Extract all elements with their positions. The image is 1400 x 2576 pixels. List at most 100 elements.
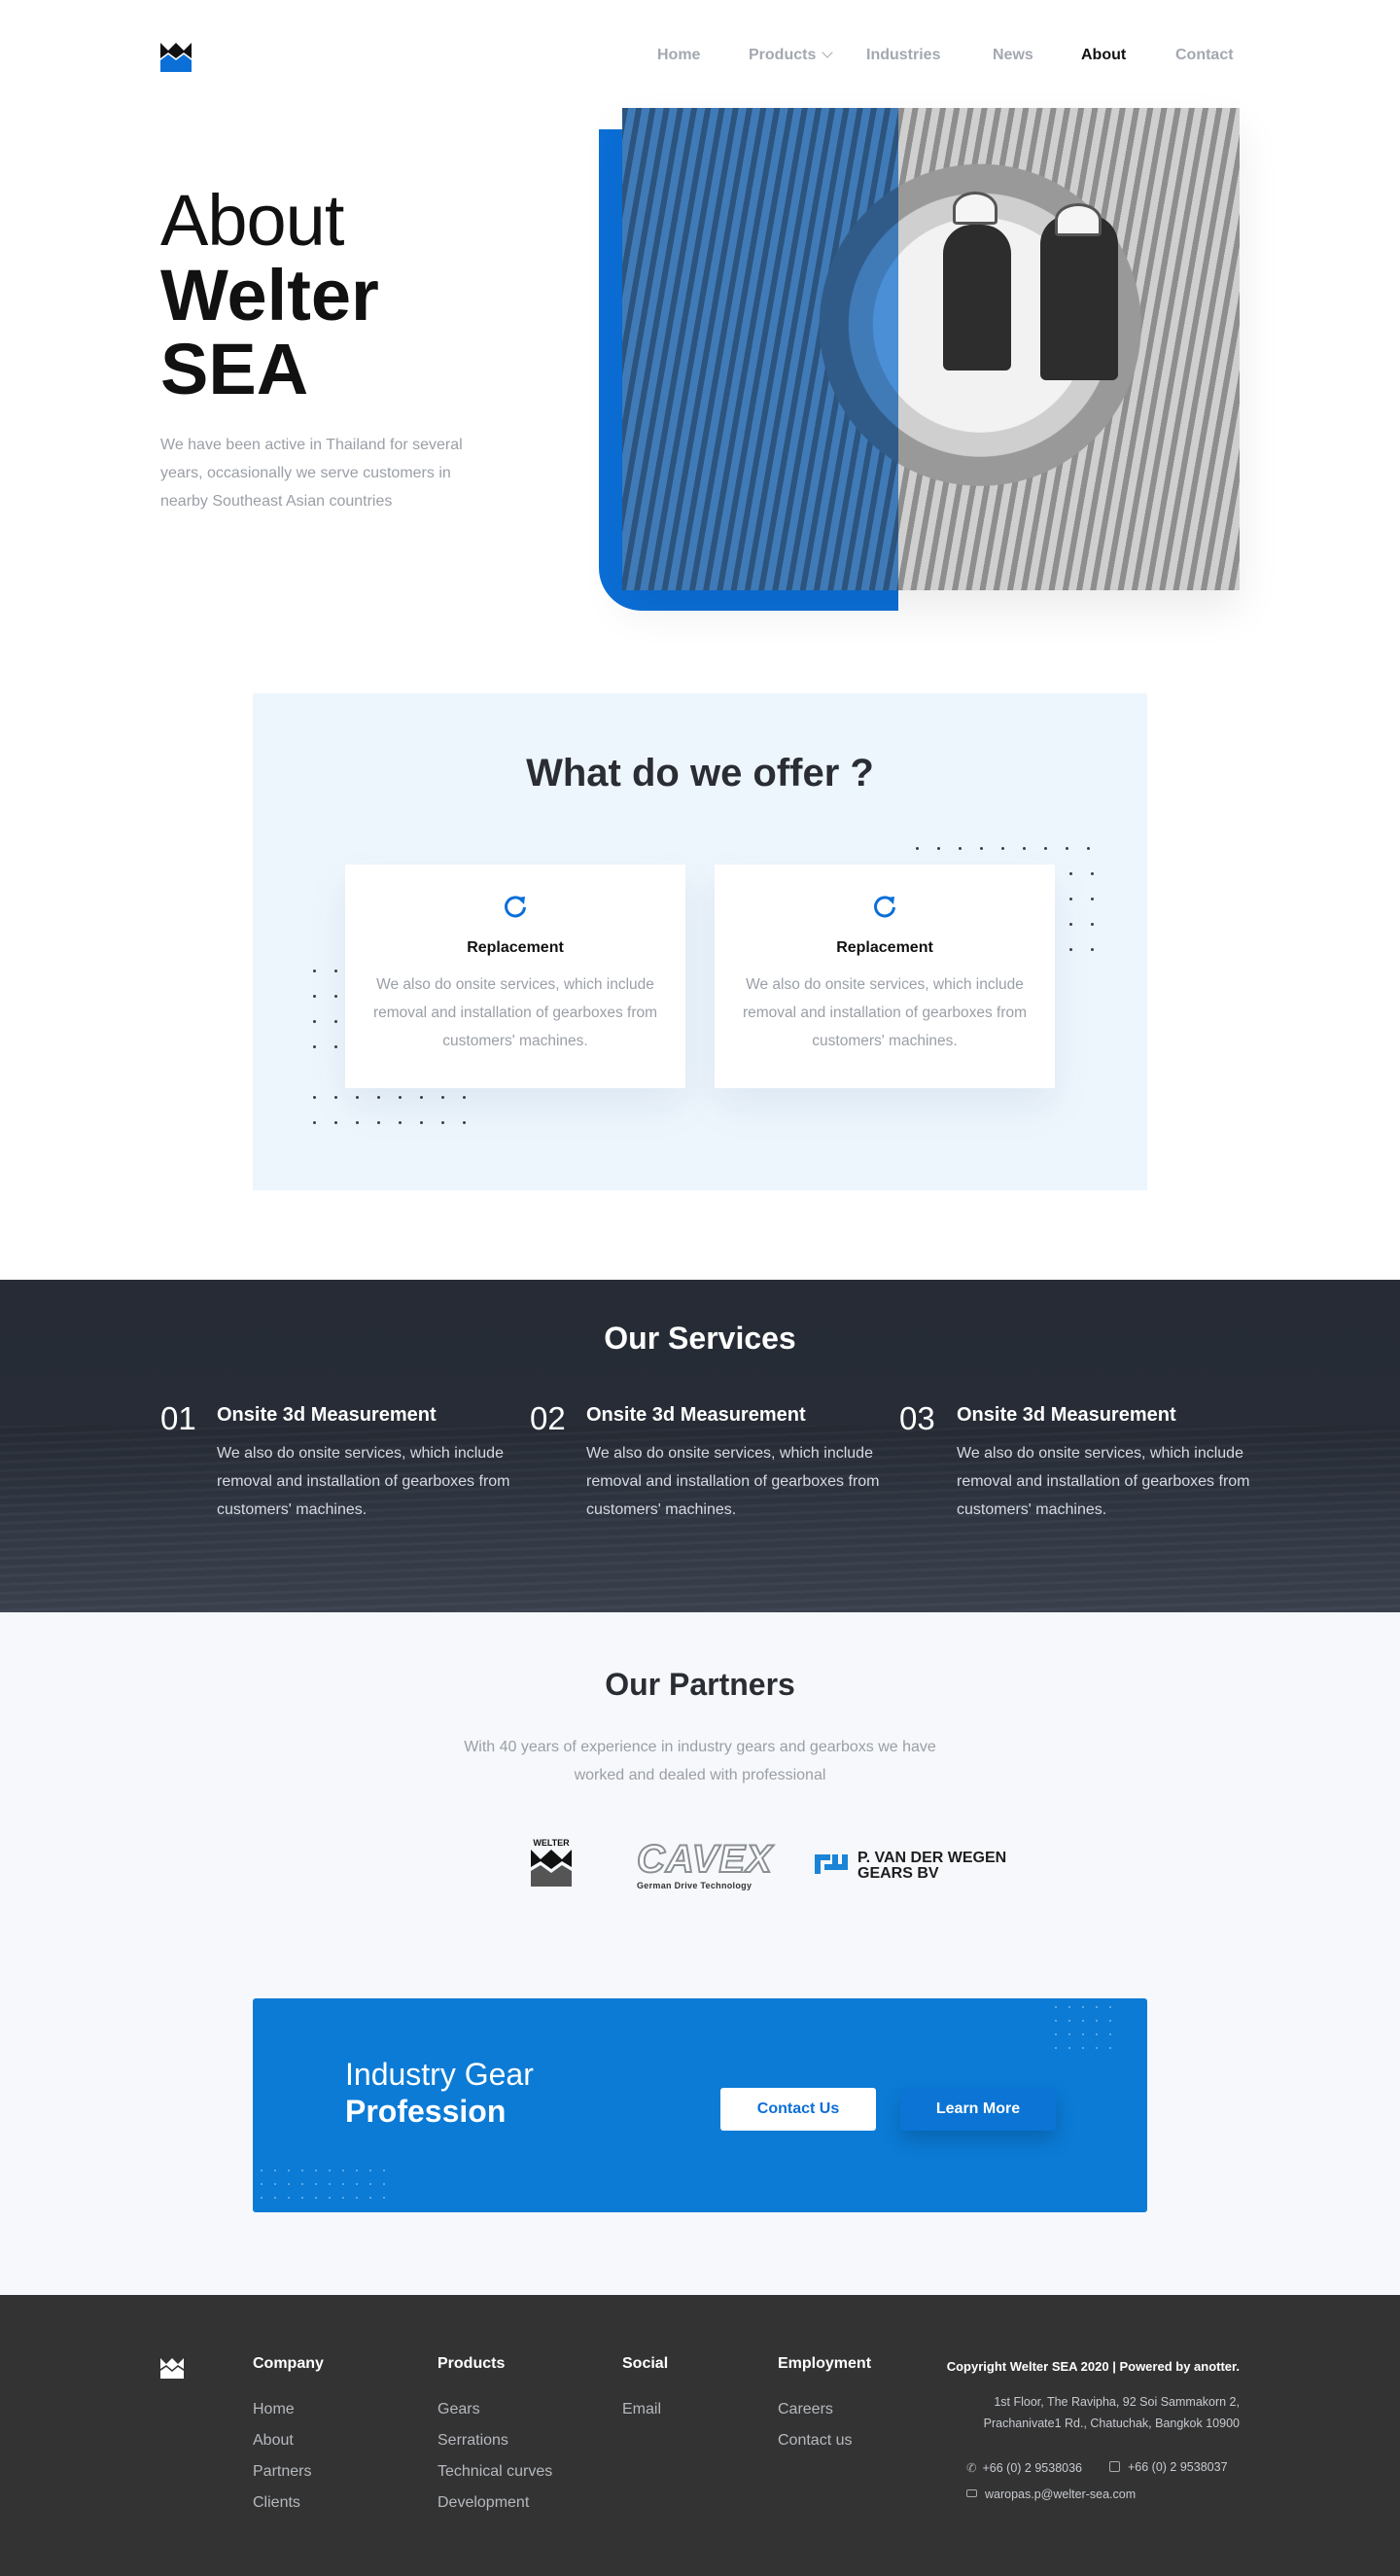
dot — [383, 2170, 385, 2171]
services-title: Our Services — [604, 1321, 796, 1356]
cta-title-light: Industry Gear — [345, 2057, 534, 2092]
cta-banner: Industry Gear Profession Contact Us Lear… — [253, 1998, 1147, 2212]
dot — [334, 1121, 337, 1124]
footer-link-development[interactable]: Development — [438, 2488, 552, 2519]
email-contact[interactable]: waropas.p@welter-sea.com — [966, 2488, 1136, 2501]
phone-icon: ✆ — [966, 2461, 977, 2475]
footer-link-technical-curves[interactable]: Technical curves — [438, 2456, 552, 2488]
footer-link-serrations[interactable]: Serrations — [438, 2425, 552, 2456]
footer-link-home[interactable]: Home — [253, 2394, 324, 2425]
dot — [261, 2183, 262, 2185]
dot — [301, 2183, 303, 2185]
dot — [1068, 2047, 1070, 2049]
footer-link-careers[interactable]: Careers — [778, 2394, 871, 2425]
dot — [1082, 2047, 1084, 2049]
footer-link-email[interactable]: Email — [622, 2394, 668, 2425]
footer-col-products: Products Gears Serrations Technical curv… — [438, 2355, 552, 2519]
helmet-icon — [1055, 203, 1102, 236]
fax-icon — [1109, 2461, 1120, 2472]
pvdw-mark-icon — [815, 1854, 848, 1874]
contact-us-button[interactable]: Contact Us — [720, 2088, 876, 2131]
dot — [1068, 2033, 1070, 2035]
hero-image — [599, 108, 1240, 611]
dot — [334, 995, 337, 998]
footer-heading: Company — [253, 2355, 324, 2372]
dot — [1082, 2020, 1084, 2022]
mail-icon — [966, 2489, 977, 2497]
nav-about[interactable]: About — [1081, 47, 1126, 64]
phone[interactable]: ✆ +66 (0) 2 9538036 — [966, 2460, 1082, 2475]
dot — [261, 2170, 262, 2171]
dot — [329, 2170, 331, 2171]
dot — [1068, 2020, 1070, 2022]
service-text: We also do onsite services, which includ… — [586, 1445, 880, 1518]
learn-more-button[interactable]: Learn More — [900, 2088, 1056, 2131]
footer-link-about[interactable]: About — [253, 2425, 324, 2456]
dot — [1069, 898, 1072, 900]
dot — [383, 2197, 385, 2199]
pvdw-line1: P. VAN DER WEGEN — [858, 1850, 1007, 1866]
dot — [1044, 847, 1047, 850]
dot — [383, 2183, 385, 2185]
nav-products[interactable]: Products — [749, 47, 834, 64]
nav-contact[interactable]: Contact — [1175, 47, 1234, 64]
partners-description: With 40 years of experience in industry … — [464, 1739, 936, 1783]
dot — [916, 847, 919, 850]
footer-link-gears[interactable]: Gears — [438, 2394, 552, 2425]
footer-col-social: Social Email — [622, 2355, 668, 2425]
dot — [334, 1096, 337, 1099]
welter-logo-icon[interactable] — [160, 41, 192, 72]
offer-title: What do we offer ? — [526, 752, 874, 794]
blue-tint-overlay — [622, 108, 898, 590]
dot — [980, 847, 983, 850]
refresh-icon — [505, 896, 526, 918]
dot — [334, 970, 337, 972]
dot — [274, 2170, 276, 2171]
dot — [1066, 847, 1068, 850]
dot — [441, 1096, 444, 1099]
partner-logo-cavex[interactable]: CAVEX German Drive Technology — [636, 1839, 773, 1890]
dot — [288, 2197, 290, 2199]
hero-title-light: About — [160, 180, 344, 261]
dot — [315, 2197, 317, 2199]
dot — [315, 2183, 317, 2185]
service-text: We also do onsite services, which includ… — [957, 1445, 1250, 1518]
dot — [313, 1096, 316, 1099]
partner-logo-welter[interactable]: WELTER — [531, 1838, 572, 1891]
dot — [1069, 923, 1072, 926]
worker-figure — [943, 225, 1011, 371]
dot — [369, 2183, 371, 2185]
nav-industries[interactable]: Industries — [866, 47, 940, 64]
dot — [399, 1096, 402, 1099]
footer-link-partners[interactable]: Partners — [253, 2456, 324, 2488]
service-number: 03 — [899, 1400, 935, 1436]
nav-news[interactable]: News — [993, 47, 1033, 64]
service-text: We also do onsite services, which includ… — [217, 1445, 510, 1518]
fax: +66 (0) 2 9538037 — [1109, 2460, 1228, 2474]
dot — [313, 1020, 316, 1023]
dot — [1091, 898, 1094, 900]
dot — [1091, 948, 1094, 951]
partners-title: Our Partners — [605, 1667, 795, 1702]
dot — [334, 1020, 337, 1023]
dot — [315, 2170, 317, 2171]
phone-number: +66 (0) 2 9538036 — [982, 2461, 1082, 2475]
offer-section: What do we offer ? Replacement We also d… — [253, 693, 1147, 1190]
welter-logo-icon[interactable] — [160, 2357, 184, 2379]
refresh-icon — [874, 896, 895, 918]
partner-logo-pvdw[interactable]: P. VAN DER WEGEN GEARS BV — [813, 1844, 1006, 1888]
dot — [356, 2170, 358, 2171]
offer-card-title: Replacement — [467, 939, 564, 956]
dot — [1001, 847, 1004, 850]
address: 1st Floor, The Ravipha, 92 Soi Sammakorn… — [947, 2391, 1240, 2434]
dot — [1055, 2047, 1057, 2049]
welter-logo-text: WELTER — [533, 1838, 570, 1848]
footer-heading: Social — [622, 2355, 669, 2372]
dot — [1109, 2020, 1111, 2022]
footer-heading: Employment — [778, 2355, 872, 2372]
footer-link-contact-us[interactable]: Contact us — [778, 2425, 871, 2456]
hero-title-bold: Welter SEA — [160, 255, 379, 409]
footer-link-clients[interactable]: Clients — [253, 2488, 324, 2519]
dot — [1091, 872, 1094, 875]
nav-home[interactable]: Home — [657, 47, 700, 64]
